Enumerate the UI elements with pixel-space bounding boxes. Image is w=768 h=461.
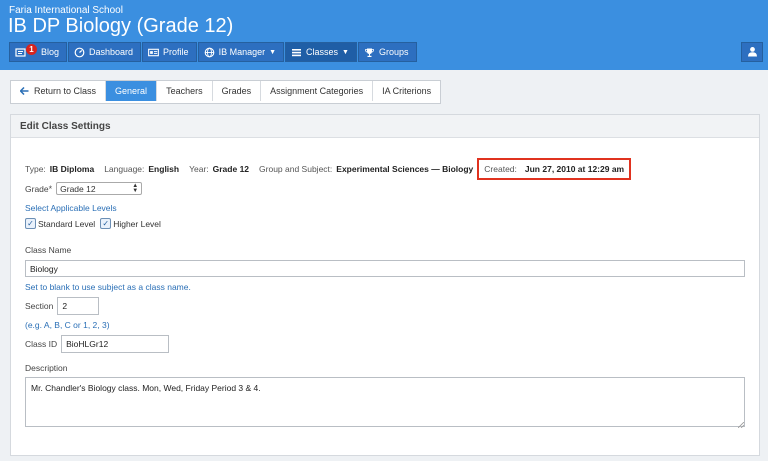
grade-select[interactable]: Grade 12 ▲ ▼ — [56, 182, 143, 195]
nav-groups-button[interactable]: Groups — [357, 42, 417, 62]
select-levels-link[interactable]: Select Applicable Levels — [25, 203, 117, 213]
tab-ia-criterions[interactable]: IA Criterions — [373, 81, 440, 101]
class-info-row: Type: IB Diploma Language: English Year:… — [25, 158, 632, 180]
tab-teachers[interactable]: Teachers — [157, 81, 213, 101]
higher-level-checkbox[interactable]: ✓ Higher Level — [100, 218, 161, 229]
higher-level-label: Higher Level — [113, 218, 161, 229]
nav-blog-button[interactable]: 1 Blog — [9, 42, 68, 62]
return-to-class-label: Return to Class — [34, 86, 97, 96]
checkmark-icon: ✓ — [100, 218, 112, 229]
notification-badge: 1 — [26, 43, 37, 55]
nav-blog-label: Blog — [41, 47, 60, 57]
section-row: Section 2 — [25, 297, 100, 315]
section-input[interactable]: 2 — [57, 297, 100, 315]
return-to-class-tab[interactable]: Return to Class — [11, 81, 107, 101]
class-id-label: Class ID — [25, 339, 58, 349]
grade-label: Grade — [25, 183, 49, 194]
language-value: English — [148, 164, 180, 174]
back-arrow-icon — [20, 87, 29, 95]
description-textarea[interactable]: Mr. Chandler's Biology class. Mon, Wed, … — [25, 377, 745, 427]
type-label: Type: — [25, 164, 46, 174]
class-name-input[interactable]: Biology — [25, 260, 745, 277]
language-label: Language: — [104, 164, 145, 174]
standard-level-label: Standard Level — [38, 218, 96, 229]
required-marker: * — [48, 183, 53, 194]
type-value: IB Diploma — [49, 164, 95, 174]
nav-classes-button[interactable]: Classes ▼ — [285, 42, 357, 62]
year-label: Year: — [189, 164, 209, 174]
top-header: Faria International School IB DP Biology… — [0, 0, 768, 70]
year-value: Grade 12 — [212, 164, 250, 174]
edit-class-settings-panel: Edit Class Settings Type: IB Diploma Lan… — [10, 114, 760, 456]
panel-title: Edit Class Settings — [11, 115, 759, 138]
nav-dashboard-button[interactable]: Dashboard — [68, 42, 142, 62]
tab-assignment-categories[interactable]: Assignment Categories — [261, 81, 374, 101]
nav-dashboard-label: Dashboard — [89, 47, 134, 57]
group-subject-label: Group and Subject: — [259, 164, 333, 174]
checkmark-icon: ✓ — [25, 218, 36, 229]
page-title: IB DP Biology (Grade 12) — [8, 15, 234, 37]
nav-groups-label: Groups — [378, 47, 409, 57]
user-icon — [747, 46, 758, 59]
created-highlight: Created: Jun 27, 2010 at 12:29 am — [477, 158, 632, 180]
trophy-icon — [364, 47, 375, 58]
class-name-label: Class Name — [25, 245, 72, 255]
resize-handle-icon[interactable] — [737, 420, 745, 429]
created-value: Jun 27, 2010 at 12:29 am — [524, 164, 625, 174]
section-label: Section — [25, 301, 54, 311]
chevron-down-icon: ▼ — [342, 48, 349, 56]
class-subnav: Return to Class General Teachers Grades … — [10, 80, 442, 104]
tab-grades[interactable]: Grades — [213, 81, 262, 101]
nav-ib-manager-label: IB Manager — [218, 47, 266, 57]
dashboard-icon — [74, 47, 85, 58]
nav-classes-label: Classes — [306, 47, 339, 57]
standard-level-checkbox[interactable]: ✓ Standard Level — [25, 218, 95, 229]
grade-row: Grade * Grade 12 ▲ ▼ — [25, 182, 143, 195]
section-hint: (e.g. A, B, C or 1, 2, 3) — [25, 320, 110, 330]
levels-row: ✓ Standard Level ✓ Higher Level — [25, 218, 161, 229]
class-name-hint: Set to blank to use subject as a class n… — [25, 282, 191, 292]
main-nav: 1 Blog Dashboard Profile IB Manager ▼ Cl… — [9, 42, 418, 62]
class-id-input[interactable]: BioHLGr12 — [61, 335, 170, 353]
nav-ib-manager-button[interactable]: IB Manager ▼ — [197, 42, 285, 62]
group-subject-value: Experimental Sciences — Biology — [336, 164, 474, 174]
created-label: Created: — [484, 164, 517, 174]
profile-card-icon — [148, 47, 159, 58]
description-label: Description — [25, 363, 68, 373]
select-arrows-icon: ▲ ▼ — [132, 182, 139, 194]
chevron-down-icon: ▼ — [269, 48, 277, 56]
blog-icon — [15, 47, 26, 58]
list-icon — [291, 47, 302, 58]
globe-icon — [204, 47, 215, 58]
nav-profile-button[interactable]: Profile — [142, 42, 197, 62]
class-id-row: Class ID BioHLGr12 — [25, 335, 170, 353]
nav-profile-label: Profile — [163, 47, 189, 57]
user-menu-button[interactable] — [741, 42, 763, 62]
grade-select-value: Grade 12 — [60, 183, 96, 194]
tab-general[interactable]: General — [106, 81, 158, 101]
